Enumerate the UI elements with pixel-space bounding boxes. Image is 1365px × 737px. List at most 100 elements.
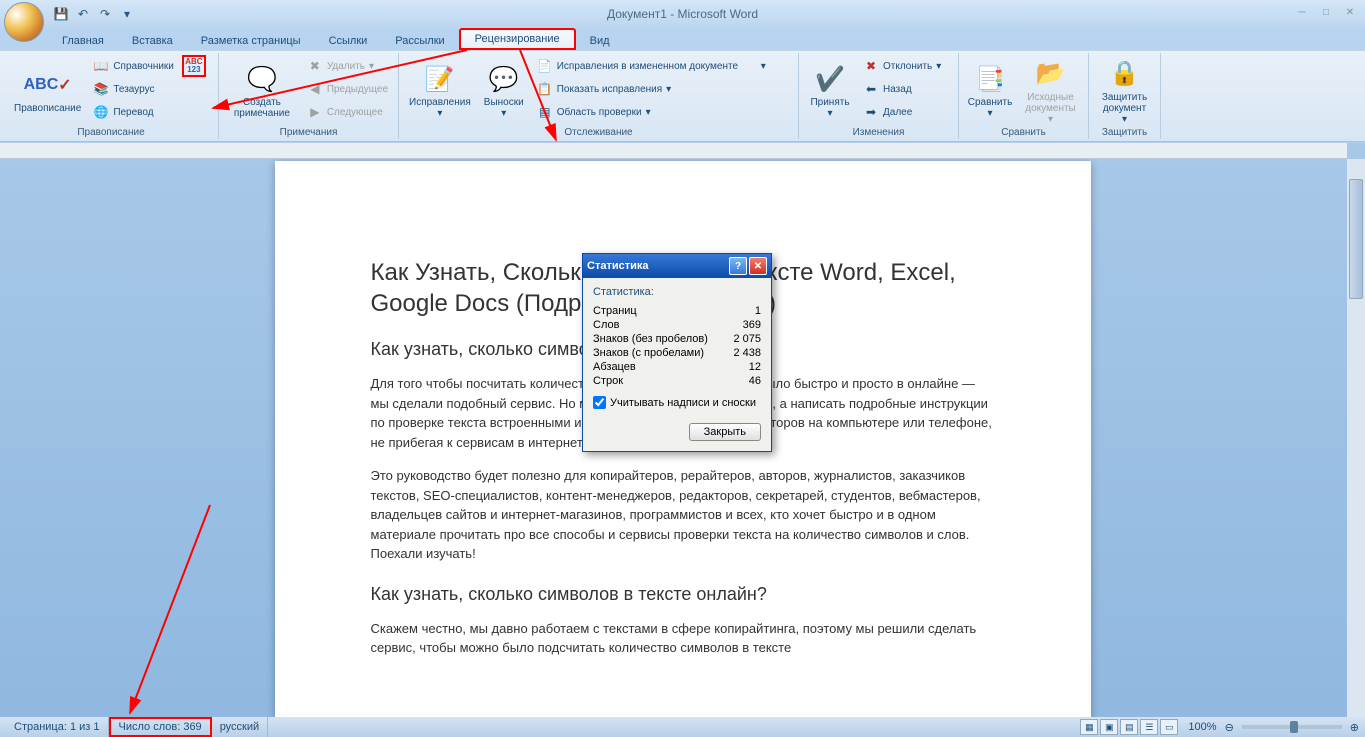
dialog-close-button[interactable]: ✕ bbox=[749, 257, 767, 275]
zoom-slider-thumb[interactable] bbox=[1290, 721, 1298, 733]
book-icon: 📖 bbox=[93, 58, 109, 74]
back-label: Назад bbox=[883, 84, 912, 95]
stat-value: 12 bbox=[749, 361, 761, 373]
stat-label: Абзацев bbox=[593, 361, 636, 373]
comments-group-label: Примечания bbox=[219, 127, 398, 138]
tab-mailings[interactable]: Рассылки bbox=[381, 32, 458, 50]
doc-heading-2b[interactable]: Как узнать, сколько символов в тексте он… bbox=[371, 584, 995, 605]
stat-label: Знаков (без пробелов) bbox=[593, 333, 708, 345]
protect-label: Защитить документ bbox=[1099, 92, 1150, 114]
display-for-review-dropdown[interactable]: 📄Исправления в измененном документе ▾ bbox=[533, 55, 770, 77]
proofing-group-label: Правописание bbox=[4, 127, 218, 138]
research-label: Справочники bbox=[113, 61, 174, 72]
view-draft[interactable]: ▭ bbox=[1160, 719, 1178, 735]
show-markup-label: Показать исправления bbox=[557, 84, 662, 95]
thesaurus-label: Тезаурус bbox=[113, 84, 154, 95]
previous-change-button[interactable]: ⬅Назад bbox=[859, 78, 945, 100]
prev-icon: ◀ bbox=[307, 81, 323, 97]
undo-icon[interactable]: ↶ bbox=[74, 5, 92, 23]
tab-review[interactable]: Рецензирование bbox=[459, 28, 576, 50]
status-language[interactable]: русский bbox=[212, 717, 268, 737]
view-web-layout[interactable]: ▤ bbox=[1120, 719, 1138, 735]
reviewing-pane-button[interactable]: ▤Область проверки ▾ bbox=[533, 101, 770, 123]
vertical-scrollbar[interactable] bbox=[1347, 159, 1365, 717]
stat-label: Страниц bbox=[593, 305, 637, 317]
source-docs-label: Исходные документы bbox=[1023, 92, 1078, 114]
close-button[interactable]: ✕ bbox=[1339, 4, 1361, 20]
delete-icon: ✖ bbox=[307, 58, 323, 74]
word-count-icon: ABC123 bbox=[186, 58, 202, 74]
dialog-close-ok-button[interactable]: Закрыть bbox=[689, 423, 761, 441]
maximize-button[interactable]: □ bbox=[1315, 4, 1337, 20]
title-bar: 💾 ↶ ↷ ▾ Документ1 - Microsoft Word ─ □ ✕ bbox=[0, 0, 1365, 28]
stat-row: Знаков (с пробелами)2 438 bbox=[593, 346, 761, 360]
dialog-section-label: Статистика: bbox=[593, 286, 761, 298]
status-page[interactable]: Страница: 1 из 1 bbox=[6, 717, 109, 737]
include-textboxes-checkbox[interactable]: Учитывать надписи и сноски bbox=[593, 396, 761, 409]
ribbon-group-changes: ✔️ Принять▾ ✖Отклонить ▾ ⬅Назад ➡Далее И… bbox=[799, 53, 959, 139]
track-changes-button[interactable]: 📝 Исправления▾ bbox=[405, 55, 475, 127]
translate-label: Перевод bbox=[113, 107, 153, 118]
view-full-screen[interactable]: ▣ bbox=[1100, 719, 1118, 735]
protect-group-label: Защитить bbox=[1089, 127, 1160, 138]
dialog-help-button[interactable]: ? bbox=[729, 257, 747, 275]
tab-references[interactable]: Ссылки bbox=[315, 32, 382, 50]
protect-button[interactable]: 🔒 Защитить документ▾ bbox=[1095, 55, 1154, 127]
balloons-button[interactable]: 💬 Выноски▾ bbox=[479, 55, 529, 127]
research-button[interactable]: 📖 Справочники bbox=[89, 55, 178, 77]
zoom-level[interactable]: 100% bbox=[1188, 721, 1216, 733]
redo-icon[interactable]: ↷ bbox=[96, 5, 114, 23]
checkbox-input[interactable] bbox=[593, 396, 606, 409]
doc-paragraph-2[interactable]: Это руководство будет полезно для копира… bbox=[371, 466, 995, 564]
ribbon-group-tracking: 📝 Исправления▾ 💬 Выноски▾ 📄Исправления в… bbox=[399, 53, 799, 139]
reject-button[interactable]: ✖Отклонить ▾ bbox=[859, 55, 945, 77]
prev-label: Предыдущее bbox=[327, 84, 388, 95]
ribbon-group-protect: 🔒 Защитить документ▾ Защитить bbox=[1089, 53, 1161, 139]
reviewing-pane-label: Область проверки bbox=[557, 107, 642, 118]
horizontal-ruler[interactable] bbox=[0, 143, 1347, 159]
tab-home[interactable]: Главная bbox=[48, 32, 118, 50]
stat-row: Знаков (без пробелов)2 075 bbox=[593, 332, 761, 346]
doc-paragraph-3[interactable]: Скажем честно, мы давно работаем с текст… bbox=[371, 619, 995, 658]
forward-icon: ➡ bbox=[863, 104, 879, 120]
zoom-in-button[interactable]: ⊕ bbox=[1350, 721, 1359, 734]
track-changes-icon: 📝 bbox=[424, 63, 456, 95]
status-bar: Страница: 1 из 1 Число слов: 369 русский… bbox=[0, 717, 1365, 737]
minimize-button[interactable]: ─ bbox=[1291, 4, 1313, 20]
forward-label: Далее bbox=[883, 107, 912, 118]
qat-dropdown-icon[interactable]: ▾ bbox=[118, 5, 136, 23]
scroll-thumb[interactable] bbox=[1349, 179, 1363, 299]
stat-label: Знаков (с пробелами) bbox=[593, 347, 704, 359]
tab-view[interactable]: Вид bbox=[576, 32, 624, 50]
spelling-button[interactable]: ABC✓ Правописание bbox=[10, 55, 85, 127]
next-icon: ▶ bbox=[307, 104, 323, 120]
accept-button[interactable]: ✔️ Принять▾ bbox=[805, 55, 855, 127]
view-print-layout[interactable]: ▦ bbox=[1080, 719, 1098, 735]
thesaurus-button[interactable]: 📚Тезаурус bbox=[89, 78, 178, 100]
zoom-slider[interactable] bbox=[1242, 725, 1342, 729]
word-count-dialog: Статистика ? ✕ Статистика: Страниц1Слов3… bbox=[582, 253, 772, 452]
compare-group-label: Сравнить bbox=[959, 127, 1088, 138]
zoom-out-button[interactable]: ⊖ bbox=[1225, 721, 1234, 734]
next-label: Следующее bbox=[327, 107, 383, 118]
tab-page-layout[interactable]: Разметка страницы bbox=[187, 32, 315, 50]
next-comment-button: ▶ Следующее bbox=[303, 101, 392, 123]
checkbox-label: Учитывать надписи и сноски bbox=[610, 397, 756, 409]
status-word-count[interactable]: Число слов: 369 bbox=[109, 717, 212, 737]
new-comment-button[interactable]: 🗨️ Создать примечание bbox=[225, 55, 299, 127]
translate-button[interactable]: 🌐Перевод bbox=[89, 101, 178, 123]
office-button[interactable] bbox=[4, 2, 44, 42]
tab-insert[interactable]: Вставка bbox=[118, 32, 187, 50]
previous-comment-button: ◀ Предыдущее bbox=[303, 78, 392, 100]
dialog-titlebar[interactable]: Статистика ? ✕ bbox=[583, 254, 771, 278]
compare-button[interactable]: 📑 Сравнить▾ bbox=[965, 55, 1015, 127]
doc-icon: 📄 bbox=[537, 58, 553, 74]
view-outline[interactable]: ☰ bbox=[1140, 719, 1158, 735]
save-icon[interactable]: 💾 bbox=[52, 5, 70, 23]
show-markup-button[interactable]: 📋Показать исправления ▾ bbox=[533, 78, 770, 100]
dialog-title-text: Статистика bbox=[587, 260, 649, 272]
ribbon-group-comments: 🗨️ Создать примечание ✖Удалить ▾ ◀ Предыд… bbox=[219, 53, 399, 139]
next-change-button[interactable]: ➡ Далее bbox=[859, 101, 945, 123]
word-count-button[interactable]: ABC123 bbox=[182, 55, 206, 77]
delete-comment-button[interactable]: ✖Удалить ▾ bbox=[303, 55, 392, 77]
